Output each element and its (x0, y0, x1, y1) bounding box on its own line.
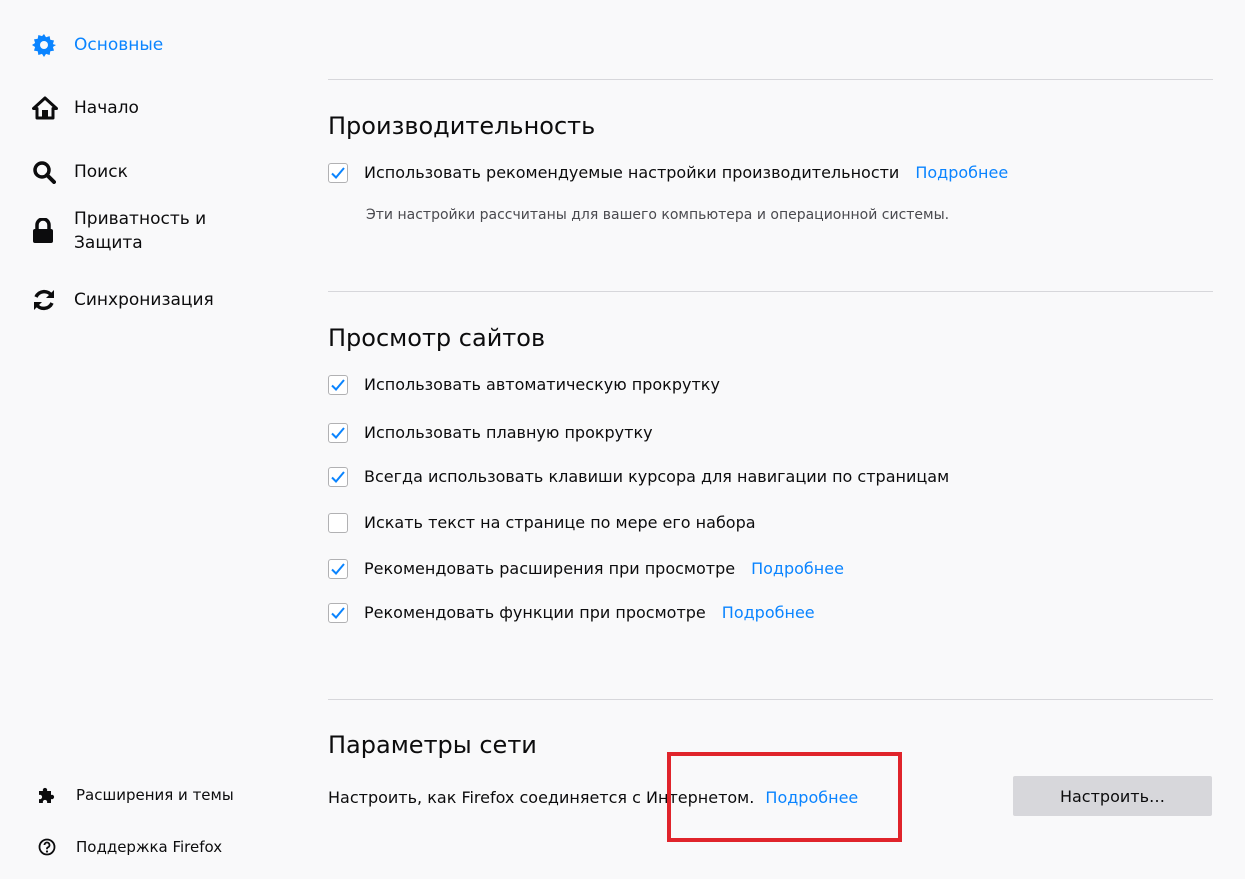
sidebar: Основные Начало Поиск Приватность и Защи… (0, 0, 300, 879)
checkbox-label: Рекомендовать расширения при просмотре (364, 559, 736, 578)
learn-more-link[interactable]: Подробнее (722, 602, 815, 624)
network-title: Параметры сети (328, 731, 537, 759)
support-label: Поддержка Firefox (76, 838, 223, 856)
checkbox-label: Использовать плавную прокрутку (364, 423, 653, 442)
extensions-label: Расширения и темы (76, 786, 234, 804)
find-as-you-type-checkbox[interactable] (328, 513, 348, 533)
section-divider (328, 291, 1213, 292)
sidebar-item-privacy[interactable]: Приватность и Защита (32, 207, 206, 255)
sidebar-item-label: Приватность и Защита (74, 209, 207, 253)
sync-icon (32, 288, 62, 312)
checkbox-label: Всегда использовать клавиши курсора для … (364, 467, 950, 486)
sidebar-item-sync[interactable]: Синхронизация (32, 288, 214, 312)
checkbox-label: Использовать автоматическую прокрутку (364, 375, 720, 394)
sidebar-footer-support[interactable]: Поддержка Firefox (36, 836, 222, 858)
autoscroll-row: Использовать автоматическую прокрутку (328, 374, 720, 396)
sidebar-item-general[interactable]: Основные (32, 33, 163, 57)
sidebar-item-label: Синхронизация (74, 290, 214, 310)
learn-more-link[interactable]: Подробнее (765, 788, 858, 807)
learn-more-link[interactable]: Подробнее (915, 162, 1008, 184)
smooth-scroll-row: Использовать плавную прокрутку (328, 422, 653, 444)
smooth-scroll-checkbox[interactable] (328, 423, 348, 443)
performance-description: Эти настройки рассчитаны для вашего комп… (366, 207, 950, 223)
caret-browsing-row: Всегда использовать клавиши курсора для … (328, 466, 949, 488)
network-settings-button[interactable]: Настроить… (1013, 776, 1212, 816)
section-divider (328, 699, 1213, 700)
browsing-title: Просмотр сайтов (328, 324, 546, 352)
find-as-you-type-row: Искать текст на странице по мере его наб… (328, 512, 756, 534)
checkbox-label: Использовать рекомендуемые настройки про… (364, 163, 900, 182)
learn-more-link[interactable]: Подробнее (751, 558, 844, 580)
help-icon (36, 836, 58, 858)
network-description-row: Настроить, как Firefox соединяется с Инт… (328, 787, 858, 809)
sidebar-item-search[interactable]: Поиск (32, 160, 128, 184)
section-divider (328, 79, 1213, 80)
lock-icon (32, 207, 62, 255)
search-icon (32, 160, 62, 184)
sidebar-item-label: Поиск (74, 162, 128, 182)
performance-title: Производительность (328, 112, 596, 140)
sidebar-footer-extensions[interactable]: Расширения и темы (36, 784, 234, 806)
sidebar-item-label: Начало (74, 98, 139, 118)
gear-icon (32, 33, 62, 57)
caret-browsing-checkbox[interactable] (328, 467, 348, 487)
checkbox-label: Искать текст на странице по мере его наб… (364, 513, 756, 532)
use-recommended-performance-row: Использовать рекомендуемые настройки про… (328, 162, 1008, 184)
puzzle-icon (36, 784, 58, 806)
autoscroll-checkbox[interactable] (328, 375, 348, 395)
network-description: Настроить, как Firefox соединяется с Инт… (328, 788, 755, 807)
checkbox-label: Рекомендовать функции при просмотре (364, 603, 706, 622)
recommend-features-row: Рекомендовать функции при просмотре Подр… (328, 602, 815, 624)
sidebar-item-home[interactable]: Начало (32, 96, 139, 120)
home-icon (32, 96, 62, 120)
use-recommended-performance-checkbox[interactable] (328, 163, 348, 183)
recommend-features-checkbox[interactable] (328, 603, 348, 623)
main-content: Производительность Использовать рекоменд… (328, 0, 1213, 879)
sidebar-item-label: Основные (74, 35, 164, 55)
recommend-extensions-row: Рекомендовать расширения при просмотре П… (328, 558, 844, 580)
recommend-extensions-checkbox[interactable] (328, 559, 348, 579)
